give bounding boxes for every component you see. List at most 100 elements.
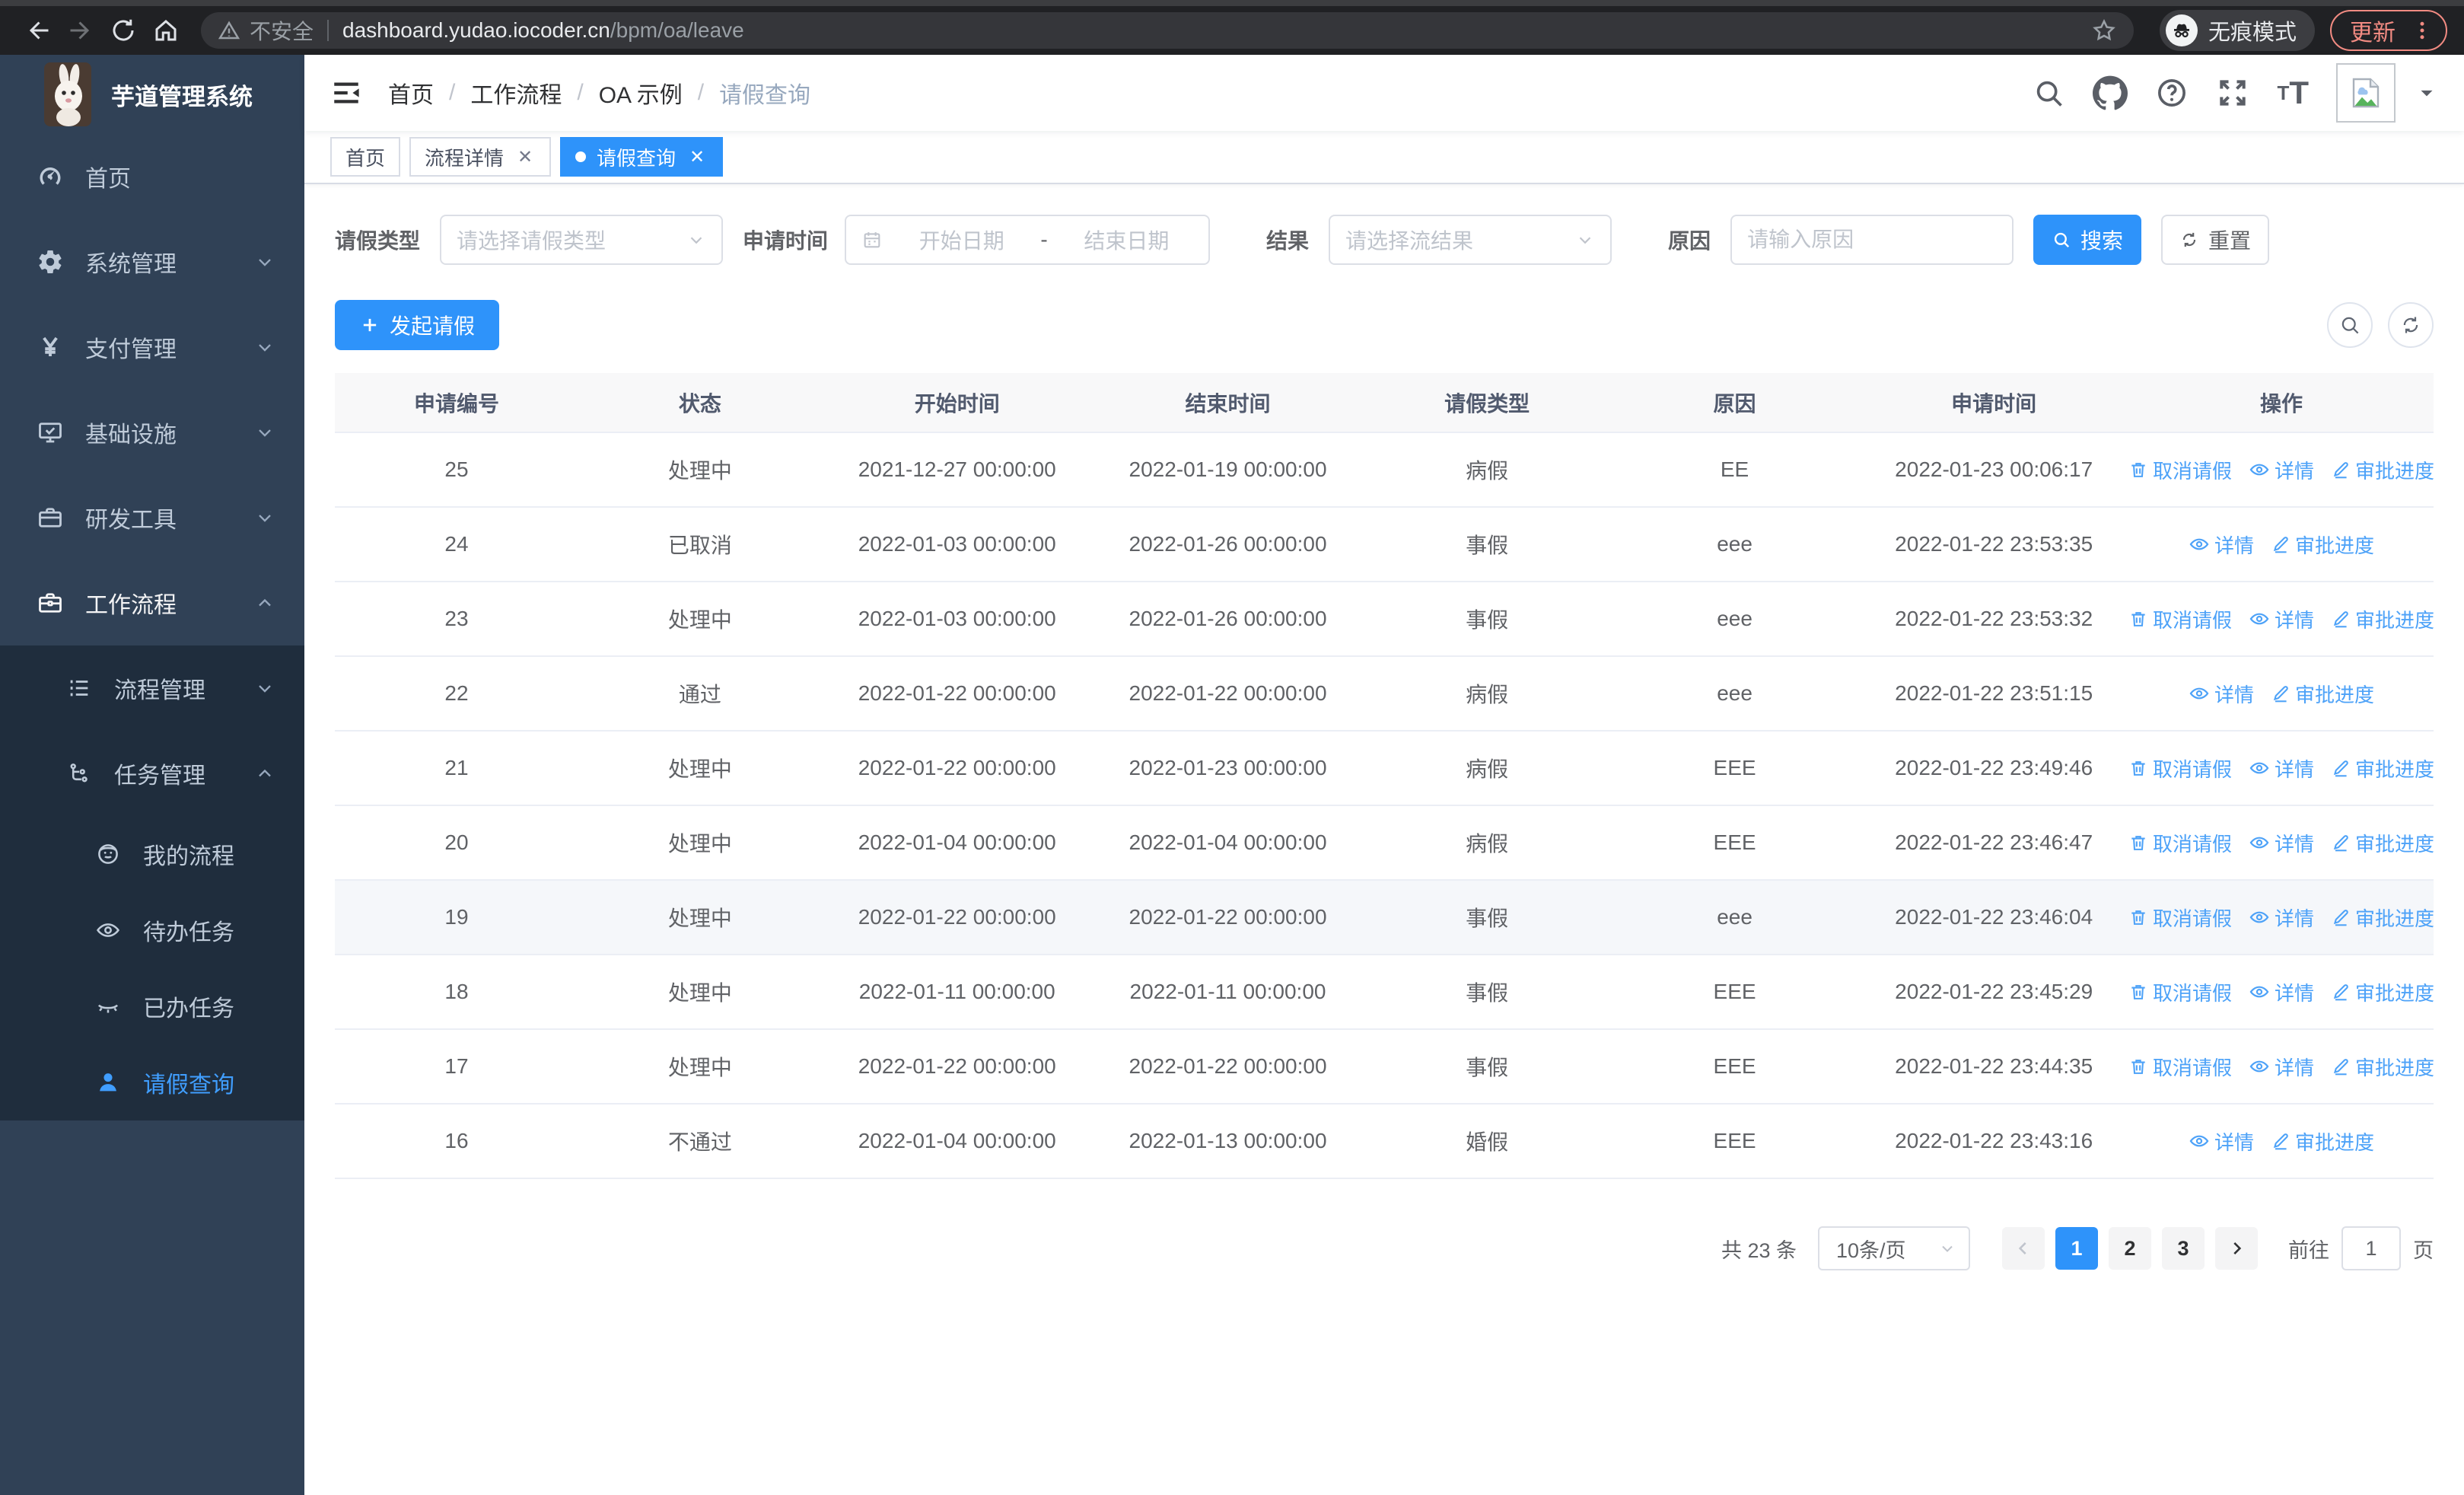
detail-link[interactable]: 详情 xyxy=(2189,680,2254,708)
progress-link[interactable]: 审批进度 xyxy=(2331,978,2434,1006)
page-button-1[interactable]: 1 xyxy=(2055,1227,2098,1270)
browser-reload-icon[interactable] xyxy=(102,9,145,52)
cell-type: 事假 xyxy=(1363,955,1611,1030)
eye-icon xyxy=(93,917,123,943)
sidebar-item-infra[interactable]: 基础设施 xyxy=(0,390,304,475)
avatar[interactable] xyxy=(2336,63,2396,123)
plus-icon xyxy=(359,314,380,336)
chevron-up-icon xyxy=(254,763,275,784)
edit-icon xyxy=(2271,534,2291,554)
page-button-2[interactable]: 2 xyxy=(2109,1227,2151,1270)
chevron-down-icon xyxy=(254,422,275,443)
browser-menu-icon[interactable] xyxy=(2411,19,2434,42)
sidebar-item-task-mgmt[interactable]: 任务管理 xyxy=(0,731,304,816)
close-icon[interactable]: ✕ xyxy=(686,146,708,167)
sidebar-item-workflow[interactable]: 工作流程 xyxy=(0,560,304,645)
cancel-link[interactable]: 取消请假 xyxy=(2128,456,2232,484)
reset-button[interactable]: 重置 xyxy=(2161,215,2270,265)
table-refresh-button[interactable] xyxy=(2388,302,2434,348)
sidebar-item-system[interactable]: 系统管理 xyxy=(0,219,304,304)
avatar-caret-icon[interactable] xyxy=(2415,81,2438,104)
goto-page-input[interactable] xyxy=(2341,1226,2401,1270)
leave-type-select[interactable]: 请选择请假类型 xyxy=(440,215,724,265)
column-header: 开始时间 xyxy=(821,373,1093,433)
sidebar-logo[interactable]: 芋道管理系统 xyxy=(0,55,304,134)
chevron-down-icon xyxy=(254,251,275,273)
sidebar-fold-icon[interactable] xyxy=(330,77,362,109)
cell-actions: 详情 审批进度 xyxy=(2129,1104,2434,1179)
detail-link[interactable]: 详情 xyxy=(2249,904,2314,932)
browser-home-icon[interactable] xyxy=(145,9,187,52)
breadcrumb-item[interactable]: 首页 xyxy=(388,76,434,110)
progress-link[interactable]: 审批进度 xyxy=(2331,904,2434,932)
progress-link[interactable]: 审批进度 xyxy=(2331,829,2434,857)
table-search-toggle-button[interactable] xyxy=(2327,302,2373,348)
incognito-label: 无痕模式 xyxy=(2208,21,2297,45)
tab-流程详情[interactable]: 流程详情 ✕ xyxy=(409,137,552,177)
cancel-link[interactable]: 取消请假 xyxy=(2128,1053,2232,1081)
browser-back-icon[interactable] xyxy=(17,9,59,52)
progress-link[interactable]: 审批进度 xyxy=(2331,456,2434,484)
incognito-badge: 无痕模式 xyxy=(2159,10,2315,51)
sidebar-item-process-mgmt[interactable]: 流程管理 xyxy=(0,645,304,731)
progress-link[interactable]: 审批进度 xyxy=(2331,1053,2434,1081)
sidebar-item-home[interactable]: 首页 xyxy=(0,134,304,219)
cell-reason: eee xyxy=(1610,582,1859,657)
sidebar-item-todo-tasks[interactable]: 待办任务 xyxy=(0,892,304,968)
tab-请假查询[interactable]: 请假查询 ✕ xyxy=(560,137,724,177)
tab-首页[interactable]: 首页 xyxy=(330,137,401,177)
page-button-3[interactable]: 3 xyxy=(2162,1227,2205,1270)
sidebar-item-payment[interactable]: 支付管理 xyxy=(0,304,304,390)
browser-update-button[interactable]: 更新 xyxy=(2330,10,2447,51)
detail-link[interactable]: 详情 xyxy=(2249,605,2314,633)
sidebar-item-my-process[interactable]: 我的流程 xyxy=(0,816,304,892)
detail-link[interactable]: 详情 xyxy=(2249,456,2314,484)
help-icon[interactable] xyxy=(2155,76,2189,110)
sidebar-item-leave-query[interactable]: 请假查询 xyxy=(0,1044,304,1120)
progress-link[interactable]: 审批进度 xyxy=(2331,754,2434,783)
create-leave-button[interactable]: 发起请假 xyxy=(335,300,499,350)
cancel-link[interactable]: 取消请假 xyxy=(2128,904,2232,932)
face-icon xyxy=(93,841,123,867)
progress-link[interactable]: 审批进度 xyxy=(2271,1127,2374,1156)
cell-reason: eee xyxy=(1610,507,1859,582)
reason-input[interactable] xyxy=(1730,215,2014,265)
browser-address-bar[interactable]: 不安全 dashboard.yudao.iocoder.cn/bpm/oa/le… xyxy=(201,12,2134,49)
cancel-link[interactable]: 取消请假 xyxy=(2128,605,2232,633)
close-icon[interactable]: ✕ xyxy=(514,146,536,167)
browser-forward-icon[interactable] xyxy=(59,9,102,52)
bookmark-star-icon[interactable] xyxy=(2091,18,2117,43)
sidebar-item-done-tasks[interactable]: 已办任务 xyxy=(0,968,304,1044)
font-size-icon[interactable]: TT xyxy=(2277,77,2309,109)
yen-icon xyxy=(35,333,65,361)
cell-reason: EEE xyxy=(1610,731,1859,806)
table-toolbar: 发起请假 xyxy=(335,300,2434,350)
cell-type: 婚假 xyxy=(1363,1104,1611,1179)
cancel-link[interactable]: 取消请假 xyxy=(2128,829,2232,857)
cell-start: 2021-12-27 00:00:00 xyxy=(821,432,1093,508)
result-select[interactable]: 请选择流结果 xyxy=(1329,215,1612,265)
header-search-icon[interactable] xyxy=(2032,76,2065,110)
search-button[interactable]: 搜索 xyxy=(2033,215,2142,265)
detail-link[interactable]: 详情 xyxy=(2249,1053,2314,1081)
progress-link[interactable]: 审批进度 xyxy=(2271,531,2374,559)
detail-link[interactable]: 详情 xyxy=(2249,754,2314,783)
breadcrumb-item[interactable]: OA 示例 xyxy=(599,76,683,110)
detail-link[interactable]: 详情 xyxy=(2189,1127,2254,1156)
sidebar-item-dev-tools[interactable]: 研发工具 xyxy=(0,475,304,560)
action-label: 审批进度 xyxy=(2355,459,2435,483)
detail-link[interactable]: 详情 xyxy=(2249,978,2314,1006)
detail-link[interactable]: 详情 xyxy=(2249,829,2314,857)
page-size-select[interactable]: 10条/页 xyxy=(1818,1226,1970,1270)
progress-link[interactable]: 审批进度 xyxy=(2331,605,2434,633)
cancel-link[interactable]: 取消请假 xyxy=(2128,978,2232,1006)
apply-time-range-picker[interactable]: 开始日期 - 结束日期 xyxy=(845,215,1211,265)
cancel-link[interactable]: 取消请假 xyxy=(2128,754,2232,783)
breadcrumb-item[interactable]: 工作流程 xyxy=(470,76,562,110)
prev-page-button[interactable] xyxy=(2002,1227,2045,1270)
progress-link[interactable]: 审批进度 xyxy=(2271,680,2374,708)
github-icon[interactable] xyxy=(2093,75,2128,110)
fullscreen-icon[interactable] xyxy=(2216,76,2249,110)
next-page-button[interactable] xyxy=(2215,1227,2258,1270)
detail-link[interactable]: 详情 xyxy=(2189,531,2254,559)
